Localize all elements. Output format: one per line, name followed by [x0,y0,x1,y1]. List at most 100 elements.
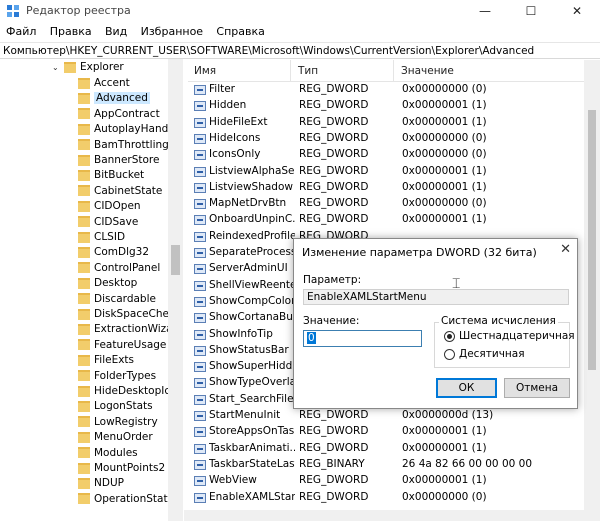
ok-button[interactable]: ОК [436,378,497,398]
hex-radio-label[interactable]: Шестнадцатеричная [459,330,575,342]
value-row[interactable]: Filter REG_DWORD 0x00000000 (0) [192,82,592,98]
tree-item[interactable]: BamThrottling [78,139,169,154]
value-row[interactable]: HideIcons REG_DWORD 0x00000000 (0) [192,131,592,147]
value-type: REG_DWORD [299,164,369,177]
key-tree: ⌄ Explorer Accent Advanced AppContract Autopl… [0,59,183,521]
value-row[interactable]: EnableXAMLStar... REG_DWORD 0x00000000 (0) [192,490,592,506]
value-input[interactable]: 0 [303,330,422,347]
tree-scroll-thumb[interactable] [171,245,180,275]
tree-item[interactable]: AppContract [78,108,160,123]
folder-icon [78,323,90,335]
value-name: ReindexedProfile [209,229,295,242]
tree-item[interactable]: HideDesktopIco [78,385,177,400]
tree-item[interactable]: BannerStore [78,154,159,169]
value-row[interactable]: OnboardUnpinC... REG_DWORD 0x00000001 (1) [192,212,592,228]
decimal-radio[interactable] [444,349,455,360]
value-row[interactable]: Hidden REG_DWORD 0x00000001 (1) [192,98,592,114]
column-name[interactable]: Имя [194,65,216,77]
maximize-button[interactable]: ☐ [508,0,554,22]
value-row[interactable]: StoreAppsOnTas... REG_DWORD 0x00000001 (1) [192,424,592,440]
value-row[interactable]: ListviewAlphaSe... REG_DWORD 0x00000001 (1… [192,164,592,180]
tree-item[interactable]: ControlPanel [78,262,160,277]
expand-chevron-icon[interactable]: ⌄ [52,63,60,72]
value-row[interactable]: MapNetDrvBtn REG_DWORD 0x00000000 (0) [192,196,592,212]
hex-radio[interactable] [444,331,455,342]
value-name: OnboardUnpinC... [209,213,295,226]
tree-item-label: CabinetState [94,184,163,197]
address-bar[interactable]: Компьютер\HKEY_CURRENT_USER\SOFTWARE\Mic… [0,42,600,59]
value-name: EnableXAMLStar... [209,490,295,503]
value-type: REG_DWORD [299,99,369,112]
column-divider[interactable] [393,60,394,82]
folder-icon [78,216,90,228]
cancel-button[interactable]: Отмена [504,378,570,398]
tree-item[interactable]: Modules [78,447,138,462]
menu-favorites[interactable]: Избранное [136,22,208,41]
tree-item-label: HideDesktopIco [94,385,177,397]
value-type: REG_DWORD [299,490,369,503]
dialog-close-icon[interactable]: ✕ [560,242,571,257]
dword-value-icon [194,248,206,258]
tree-item-label: Desktop [94,277,138,290]
folder-icon [78,400,90,412]
folder-icon [78,339,90,351]
tree-item[interactable]: DiskSpaceCheck [78,308,181,323]
tree-item[interactable]: CabinetState [78,185,162,200]
value-data: 0x00000001 (1) [402,115,487,128]
value-name: ShowCompColor [209,294,295,307]
value-row[interactable]: StartMenuInit REG_DWORD 0x0000000d (13) [192,408,592,424]
value-row[interactable]: IconsOnly REG_DWORD 0x00000000 (0) [192,147,592,163]
tree-item[interactable]: MountPoints2 [78,462,165,477]
tree-item[interactable]: CIDSave [78,216,138,231]
tree-item[interactable]: CLSID [78,231,125,246]
menu-edit[interactable]: Правка [45,22,97,41]
tree-item-label: ControlPanel [94,261,161,274]
value-row[interactable]: ListviewShadow REG_DWORD 0x00000001 (1) [192,180,592,196]
tree-item[interactable]: MenuOrder [78,431,153,446]
value-row[interactable]: TaskbarAnimati... REG_DWORD 0x00000001 (1) [192,441,592,457]
tree-item[interactable]: Advanced [78,92,150,107]
tree-item[interactable]: Explorer [64,61,124,76]
tree-item[interactable]: LowRegistry [78,416,158,431]
tree-item[interactable]: NDUP [78,477,124,492]
folder-icon [78,293,90,305]
tree-item[interactable]: OperationStatus [78,493,180,508]
tree-scrollbar[interactable] [168,59,183,521]
tree-item[interactable]: ComDlg32 [78,246,149,261]
tree-item[interactable]: FeatureUsage [78,339,166,354]
tree-item[interactable]: Accent [78,77,130,92]
value-data: 0x00000001 (1) [402,180,487,193]
tree-item[interactable]: LogonStats [78,400,153,415]
value-name: WebView [209,474,257,487]
tree-item[interactable]: Discardable [78,293,156,308]
value-row[interactable]: HideFileExt REG_DWORD 0x00000001 (1) [192,115,592,131]
value-input-text[interactable]: 0 [307,332,316,344]
tree-item[interactable]: FileExts [78,354,134,369]
menu-help[interactable]: Справка [211,22,269,41]
value-name: ShowStatusBar [209,343,289,356]
tree-item[interactable]: AutoplayHandle [78,123,178,138]
column-type[interactable]: Тип [298,65,318,77]
values-scroll-thumb[interactable] [588,110,596,370]
close-button[interactable]: ✕ [554,0,600,22]
horizontal-scrollbar[interactable] [184,510,600,521]
column-data[interactable]: Значение [401,65,454,77]
tree-item[interactable]: BitBucket [78,169,144,184]
dword-value-icon [194,459,206,470]
tree-item[interactable]: Desktop [78,277,137,292]
tree-item[interactable]: FolderTypes [78,370,156,385]
value-name: ShellViewReente... [209,278,295,291]
tree-item[interactable]: CIDOpen [78,200,141,215]
edit-dword-dialog: Изменение параметра DWORD (32 бита) ✕ Па… [293,238,578,409]
dword-value-icon [194,85,206,95]
value-data: 0x00000000 (0) [402,131,487,144]
minimize-button[interactable]: — [462,0,508,22]
value-row[interactable]: WebView REG_DWORD 0x00000001 (1) [192,473,592,489]
dword-value-icon [194,101,206,112]
dword-value-icon [194,378,206,389]
menu-file[interactable]: Файл [1,22,41,41]
value-row[interactable]: TaskbarStateLast... REG_BINARY 26 4a 82 66… [192,457,592,473]
decimal-radio-label[interactable]: Десятичная [459,348,525,360]
menu-view[interactable]: Вид [100,22,132,41]
column-divider[interactable] [290,60,291,82]
